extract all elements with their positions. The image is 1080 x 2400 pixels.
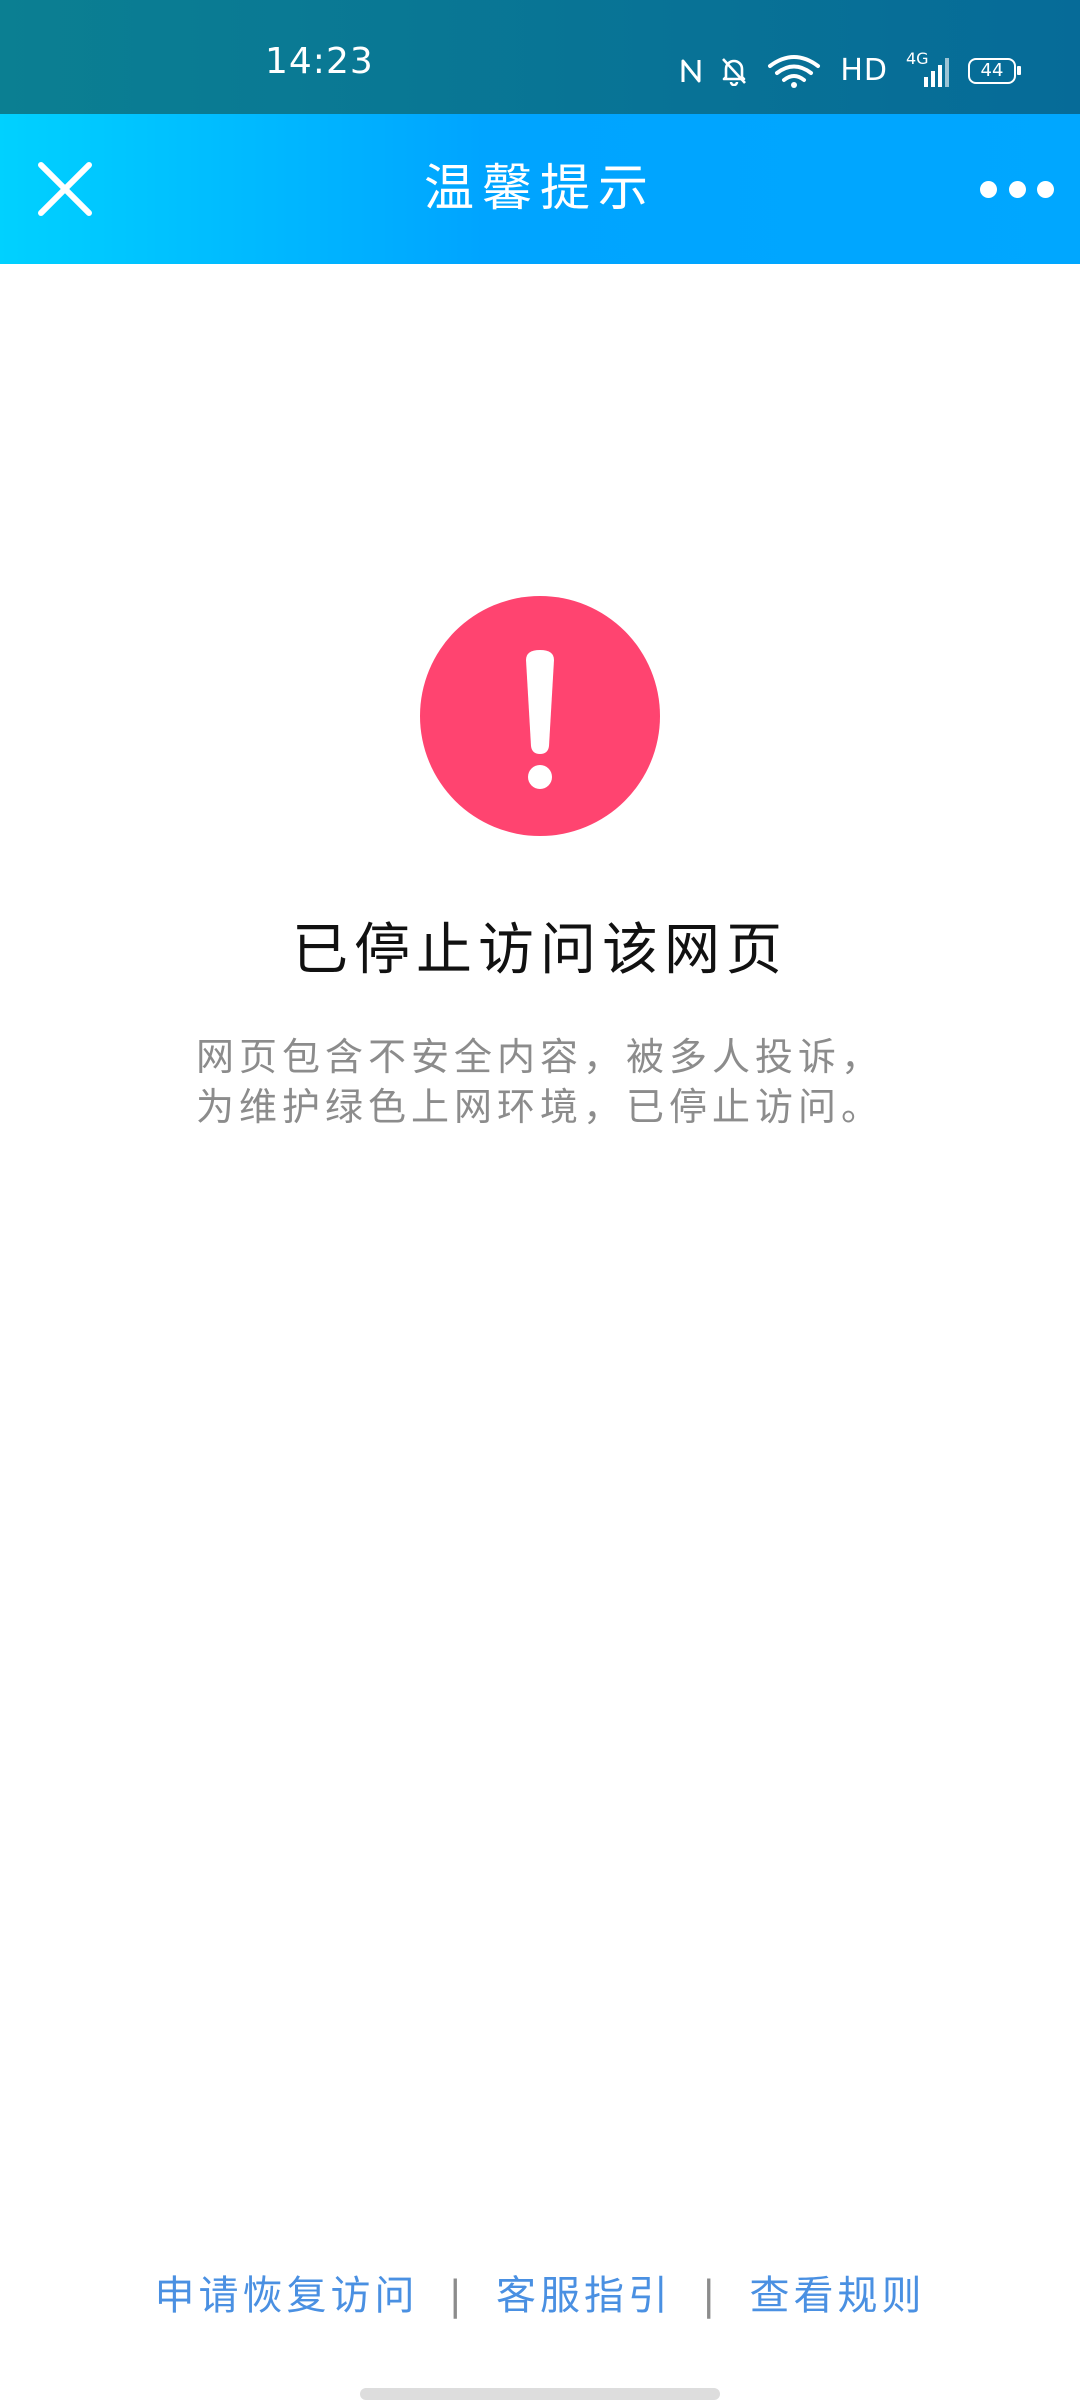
- more-icon-dot: [1008, 180, 1026, 198]
- bell-muted-icon: [720, 56, 748, 86]
- customer-service-link[interactable]: 客服指引: [496, 2266, 672, 2326]
- status-time: 14:23: [265, 41, 374, 82]
- blocked-title: 已停止访问该网页: [292, 918, 788, 983]
- more-icon-dot: [1037, 180, 1054, 198]
- blocked-description: 网页包含不安全内容，被多人投诉， 为维护绿色上网环境，已停止访问。: [120, 1032, 960, 1132]
- more-button[interactable]: [980, 166, 1054, 212]
- link-separator: |: [448, 2273, 466, 2319]
- battery-level: 44: [980, 60, 1004, 81]
- page-title: 温馨提示: [424, 159, 656, 217]
- nfc-icon: [680, 58, 702, 84]
- description-line: 为维护绿色上网环境，已停止访问。: [195, 1085, 884, 1129]
- wifi-icon: [766, 54, 822, 88]
- battery-icon: 44: [968, 58, 1021, 84]
- signal-icon: 4G: [906, 51, 950, 87]
- exclamation-icon: [420, 596, 660, 836]
- description-line: 网页包含不安全内容，被多人投诉，: [195, 1035, 884, 1079]
- view-rules-link[interactable]: 查看规则: [749, 2266, 925, 2326]
- link-separator: |: [702, 2273, 720, 2319]
- footer-links: 申请恢复访问 | 客服指引 | 查看规则: [0, 2266, 1080, 2326]
- app-header: 温馨提示: [0, 114, 1080, 264]
- status-bar: 14:23 HD 4G 44: [0, 0, 1080, 114]
- more-icon-dot: [980, 180, 997, 198]
- hd-label: HD: [840, 53, 888, 88]
- status-icons: HD 4G 44: [680, 51, 1021, 88]
- home-indicator[interactable]: [360, 2388, 720, 2400]
- request-restore-link[interactable]: 申请恢复访问: [155, 2266, 419, 2326]
